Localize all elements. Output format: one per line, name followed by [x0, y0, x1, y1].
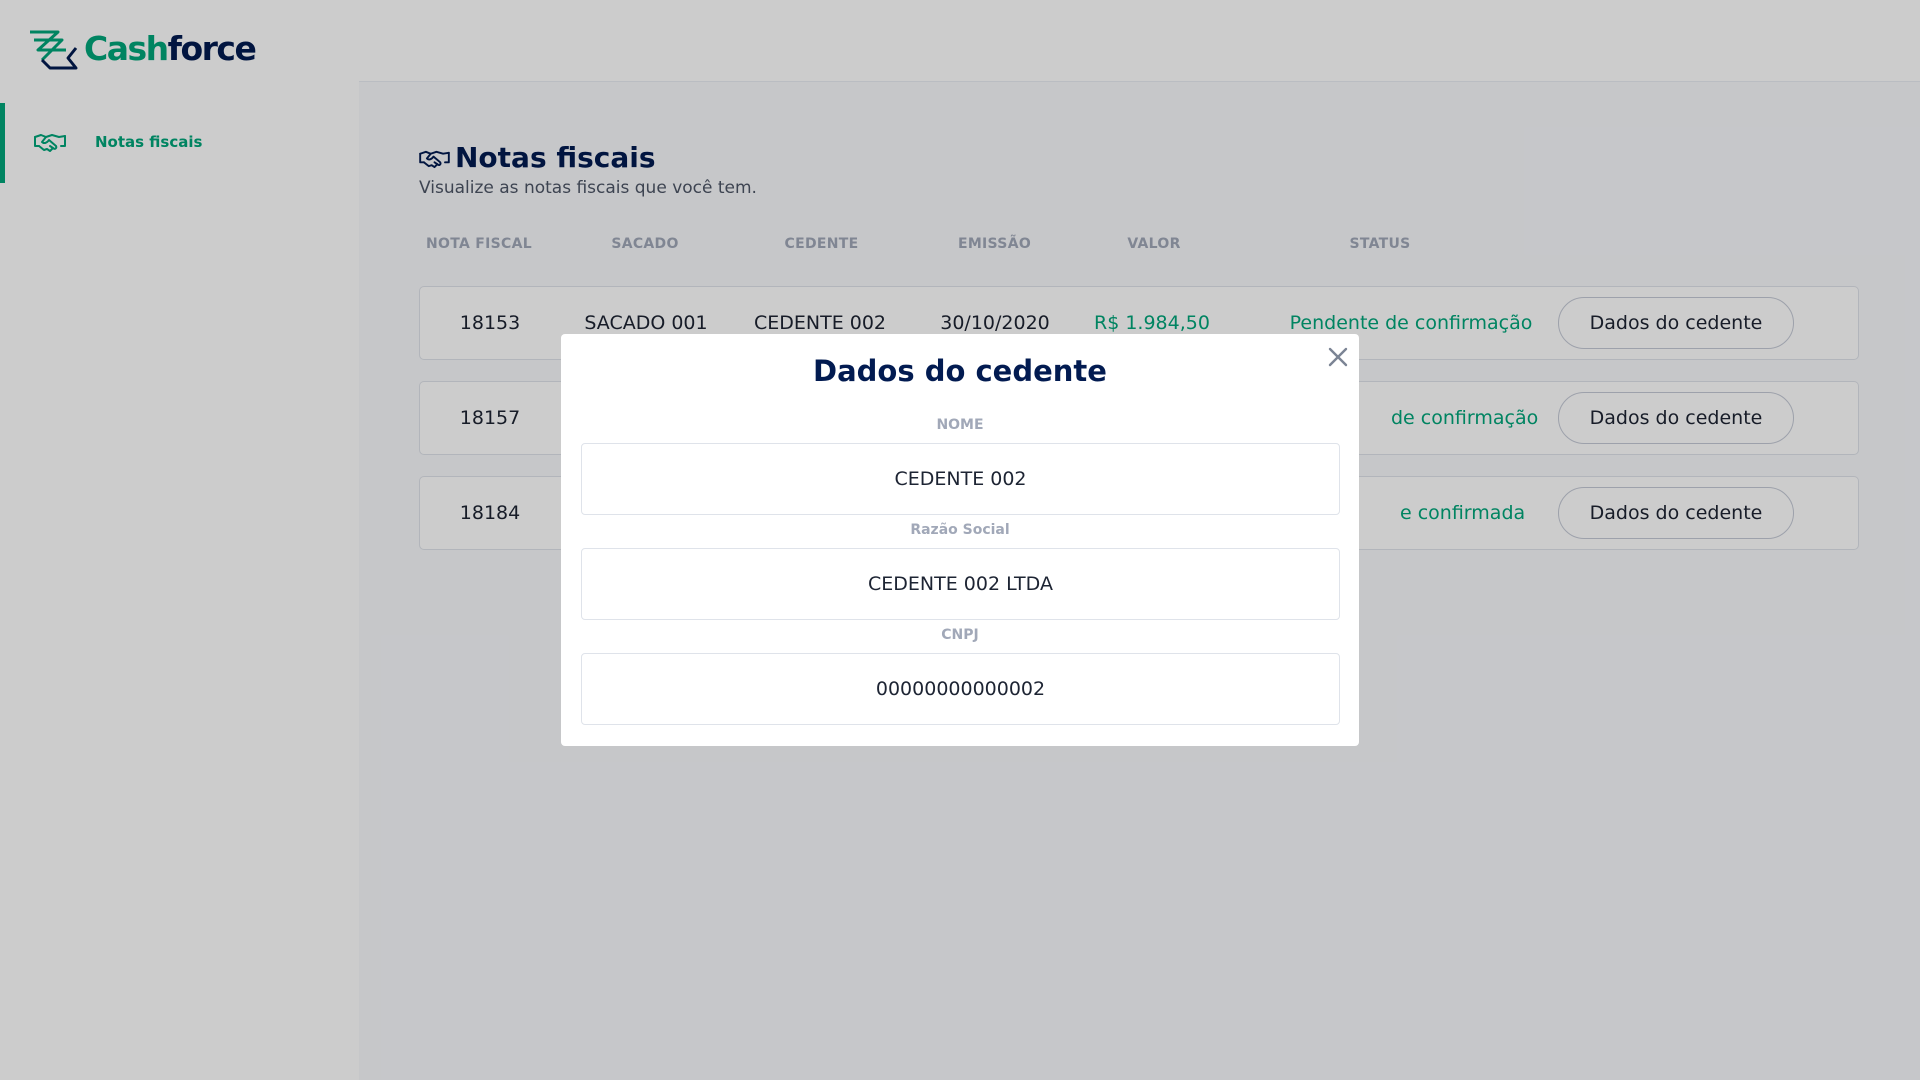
field-label-cnpj: CNPJ [941, 627, 979, 643]
modal-title: Dados do cedente [813, 354, 1107, 388]
dados-do-cedente-modal: Dados do cedente NOME CEDENTE 002 Razão … [561, 334, 1359, 746]
field-label-razao-social: Razão Social [910, 522, 1010, 538]
field-value-nome: CEDENTE 002 [581, 443, 1340, 515]
close-icon[interactable] [1325, 344, 1351, 370]
field-label-nome: NOME [936, 417, 984, 433]
field-value-cnpj: 00000000000002 [581, 653, 1340, 725]
field-value-razao-social: CEDENTE 002 LTDA [581, 548, 1340, 620]
